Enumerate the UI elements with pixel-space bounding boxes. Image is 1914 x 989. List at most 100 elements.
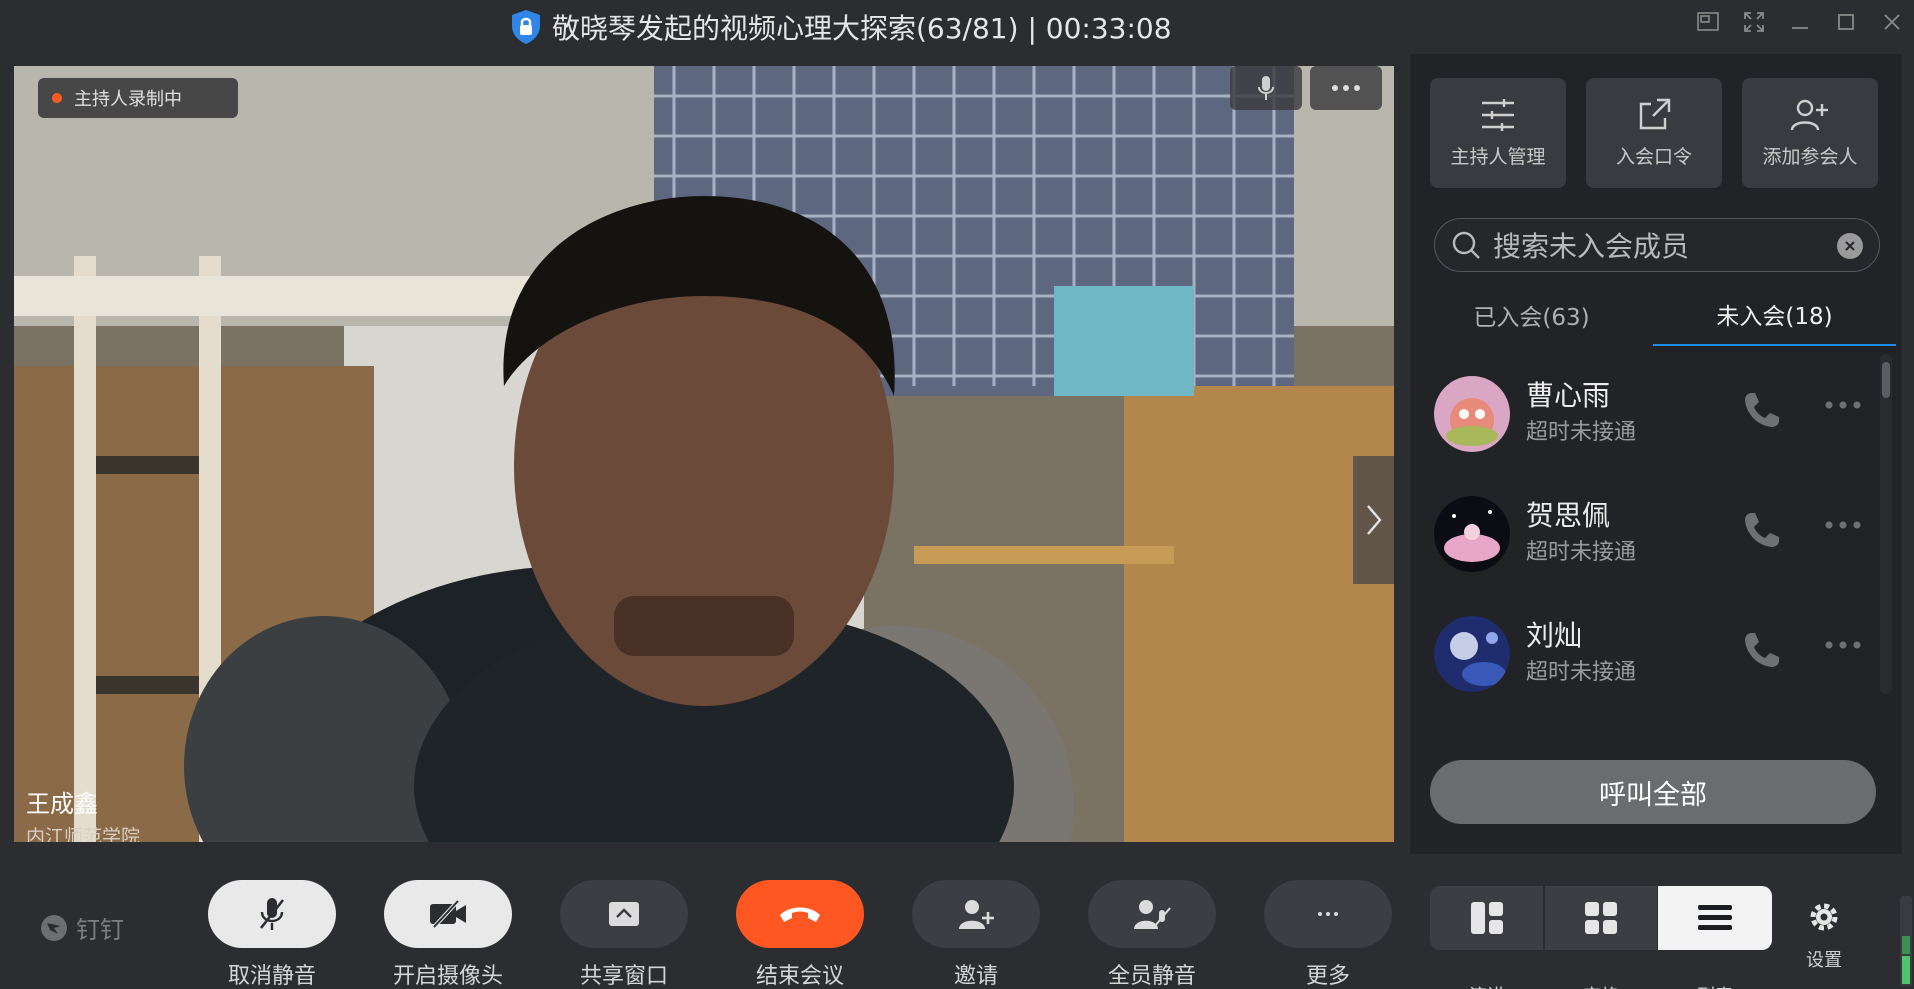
view-mode-switcher: 演讲 宫格 列表 xyxy=(1430,886,1772,989)
more-icon xyxy=(1318,912,1338,916)
recording-badge: 主持人录制中 xyxy=(38,78,238,118)
start-camera-label: 开启摄像头 xyxy=(392,964,503,989)
sliders-icon xyxy=(1482,98,1514,131)
add-participant-label: 添加参会人 xyxy=(1762,145,1858,168)
maximize-icon[interactable] xyxy=(1834,10,1858,34)
more-dots-icon xyxy=(1332,85,1360,91)
avatar xyxy=(1434,376,1510,452)
member-more-icon[interactable] xyxy=(1824,640,1862,650)
dingtalk-logo-icon xyxy=(41,914,67,941)
participants-panel: 主持人管理 入会口令 添加参会人 搜索未入会成员 已入会(63) 未入会(18) xyxy=(1410,54,1902,854)
meeting-window: 敬晓琴发起的视频心理大探索(63/81) | 00:33:08 主持人录制中 王… xyxy=(0,0,1914,989)
fullscreen-icon[interactable] xyxy=(1742,10,1766,34)
view-speaker-label: 演讲 xyxy=(1430,982,1544,989)
camera-off-icon xyxy=(430,899,466,929)
phone-icon[interactable] xyxy=(1742,510,1782,550)
search-placeholder: 搜索未入会成员 xyxy=(1493,230,1690,263)
phone-icon[interactable] xyxy=(1742,390,1782,430)
mute-all-label: 全员静音 xyxy=(1107,964,1196,989)
meeting-toolbar: 钉钉 取消静音 开启摄像头 共享窗口 结束会议 邀请 全员静音 更多 设置 xyxy=(0,860,1914,989)
start-camera-button-body[interactable] xyxy=(384,880,512,948)
view-list-button[interactable] xyxy=(1658,886,1772,950)
view-grid-label: 宫格 xyxy=(1544,982,1658,989)
view-grid-button[interactable] xyxy=(1544,886,1658,950)
mic-icon xyxy=(1258,76,1274,100)
member-more-icon[interactable] xyxy=(1824,400,1862,410)
speaker-name: 王成鑫 xyxy=(26,790,98,818)
member-status: 超时未接通 xyxy=(1526,660,1637,685)
invite-label: 邀请 xyxy=(953,964,998,989)
list-layout-icon xyxy=(1698,905,1732,930)
recording-text: 主持人录制中 xyxy=(74,89,182,110)
mute-all-icon xyxy=(1134,900,1171,929)
member-name: 贺思佩 xyxy=(1526,499,1611,532)
minimize-icon[interactable] xyxy=(1788,10,1812,34)
video-mic-button[interactable] xyxy=(1230,66,1302,110)
host-management-label: 主持人管理 xyxy=(1450,145,1546,168)
share-window-icon xyxy=(609,902,639,926)
avatar xyxy=(1434,496,1510,572)
app-logo-text: 钉钉 xyxy=(76,916,124,944)
video-more-button[interactable] xyxy=(1310,66,1382,110)
call-all-button[interactable]: 呼叫全部 xyxy=(1430,760,1876,824)
share-window-button[interactable]: 共享窗口 xyxy=(560,880,688,989)
mute-all-button[interactable]: 全员静音 xyxy=(1088,880,1216,989)
meeting-passcode-button[interactable]: 入会口令 xyxy=(1586,78,1722,188)
phone-icon[interactable] xyxy=(1742,630,1782,670)
speaker-layout-icon xyxy=(1471,902,1503,934)
tab-not-joined[interactable]: 未入会(18) xyxy=(1653,284,1896,346)
window-controls xyxy=(1696,10,1904,34)
end-meeting-label: 结束会议 xyxy=(755,964,844,989)
host-management-button[interactable]: 主持人管理 xyxy=(1430,78,1566,188)
invite-icon xyxy=(959,900,994,929)
share-window-button-body[interactable] xyxy=(560,880,688,948)
start-camera-button[interactable]: 开启摄像头 xyxy=(384,880,512,989)
share-link-icon xyxy=(1639,98,1671,129)
list-item[interactable]: 曹心雨 超时未接通 xyxy=(1410,354,1886,464)
meeting-passcode-label: 入会口令 xyxy=(1615,145,1692,168)
member-list-scrollbar[interactable] xyxy=(1880,354,1892,694)
meeting-title: 敬晓琴发起的视频心理大探索(63/81) | 00:33:08 xyxy=(552,12,1172,45)
member-more-icon[interactable] xyxy=(1824,520,1862,530)
settings-button[interactable]: 设置 xyxy=(1806,902,1842,972)
view-list-label: 列表 xyxy=(1658,982,1772,989)
avatar xyxy=(1434,616,1510,692)
unmute-button-body[interactable] xyxy=(208,880,336,948)
member-status: 超时未接通 xyxy=(1526,540,1637,565)
search-absent-members-input[interactable]: 搜索未入会成员 xyxy=(1434,218,1880,272)
end-meeting-button-body[interactable] xyxy=(736,880,864,948)
member-tabs: 已入会(63) 未入会(18) xyxy=(1410,284,1896,346)
view-speaker-button[interactable] xyxy=(1430,886,1544,950)
search-icon xyxy=(1452,231,1480,259)
list-item[interactable]: 贺思佩 超时未接通 xyxy=(1410,474,1886,584)
pip-icon[interactable] xyxy=(1696,10,1720,34)
add-participant-button[interactable]: 添加参会人 xyxy=(1742,78,1878,188)
more-label: 更多 xyxy=(1305,964,1350,989)
member-status: 超时未接通 xyxy=(1526,420,1637,445)
chevron-right-icon xyxy=(1367,505,1382,535)
clear-search-icon[interactable] xyxy=(1837,233,1863,259)
mic-muted-icon xyxy=(259,898,285,930)
absent-member-list: 曹心雨 超时未接通 贺思佩 超时未接通 刘灿 超时未接通 xyxy=(1410,354,1886,734)
more-button[interactable]: 更多 xyxy=(1264,880,1392,989)
invite-button[interactable]: 邀请 xyxy=(912,880,1040,989)
expand-panel-arrow[interactable] xyxy=(1353,456,1394,584)
recording-dot xyxy=(52,93,62,103)
scrollbar-thumb[interactable] xyxy=(1882,362,1890,398)
audio-level-meter xyxy=(1900,896,1912,986)
add-user-icon xyxy=(1790,99,1828,130)
main-video[interactable]: 主持人录制中 王成鑫 内江师范学院 xyxy=(14,66,1394,842)
tab-joined[interactable]: 已入会(63) xyxy=(1410,284,1653,346)
close-icon[interactable] xyxy=(1880,10,1904,34)
more-button-body[interactable] xyxy=(1264,880,1392,948)
meeting-title-group: 敬晓琴发起的视频心理大探索(63/81) | 00:33:08 xyxy=(510,8,1172,46)
share-window-label: 共享窗口 xyxy=(579,964,668,989)
secure-shield-icon xyxy=(512,10,540,44)
mute-all-button-body[interactable] xyxy=(1088,880,1216,948)
invite-button-body[interactable] xyxy=(912,880,1040,948)
member-name: 曹心雨 xyxy=(1526,379,1611,412)
video-frame-image xyxy=(14,66,1394,842)
list-item[interactable]: 刘灿 超时未接通 xyxy=(1410,594,1886,704)
end-meeting-button[interactable]: 结束会议 xyxy=(736,880,864,989)
unmute-button[interactable]: 取消静音 xyxy=(208,880,336,989)
